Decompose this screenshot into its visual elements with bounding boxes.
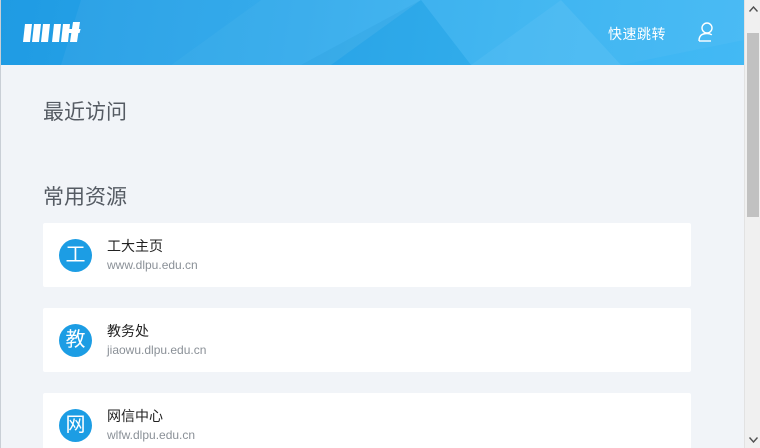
- resource-url: jiaowu.dlpu.edu.cn: [107, 343, 207, 357]
- resource-badge-icon: 教: [59, 324, 92, 357]
- resource-name: 工大主页: [107, 238, 163, 254]
- browser-window: 快速跳转 最近访问 常用资源 工 工大主页 www.dlpu.edu.cn 教 …: [0, 0, 760, 448]
- vertical-scrollbar[interactable]: [744, 0, 760, 448]
- resource-card-jiaowu[interactable]: 教 教务处 jiaowu.dlpu.edu.cn: [43, 308, 691, 372]
- resource-card-wlfw[interactable]: 网 网信中心 wlfw.dlpu.edu.cn: [43, 393, 691, 448]
- resource-badge-icon: 工: [59, 239, 92, 272]
- scrollbar-thumb[interactable]: [747, 33, 759, 217]
- resource-name: 教务处: [107, 323, 149, 339]
- main-content: 最近访问 常用资源 工 工大主页 www.dlpu.edu.cn 教 教务处 j…: [1, 65, 744, 448]
- quick-jump-link[interactable]: 快速跳转: [608, 24, 666, 44]
- common-resources-title: 常用资源: [43, 186, 127, 209]
- resource-card-dlpu[interactable]: 工 工大主页 www.dlpu.edu.cn: [43, 223, 691, 287]
- resource-url: wlfw.dlpu.edu.cn: [107, 428, 196, 442]
- app-header: 快速跳转: [1, 0, 744, 65]
- resource-badge-icon: 网: [59, 409, 92, 442]
- user-icon[interactable]: [697, 21, 719, 43]
- scroll-down-arrow-icon[interactable]: [745, 431, 760, 448]
- resource-url: www.dlpu.edu.cn: [107, 258, 198, 272]
- resource-name: 网信中心: [107, 408, 163, 424]
- recent-visits-title: 最近访问: [43, 101, 127, 124]
- scroll-up-arrow-icon[interactable]: [745, 0, 760, 17]
- wit-logo-icon[interactable]: [23, 20, 85, 46]
